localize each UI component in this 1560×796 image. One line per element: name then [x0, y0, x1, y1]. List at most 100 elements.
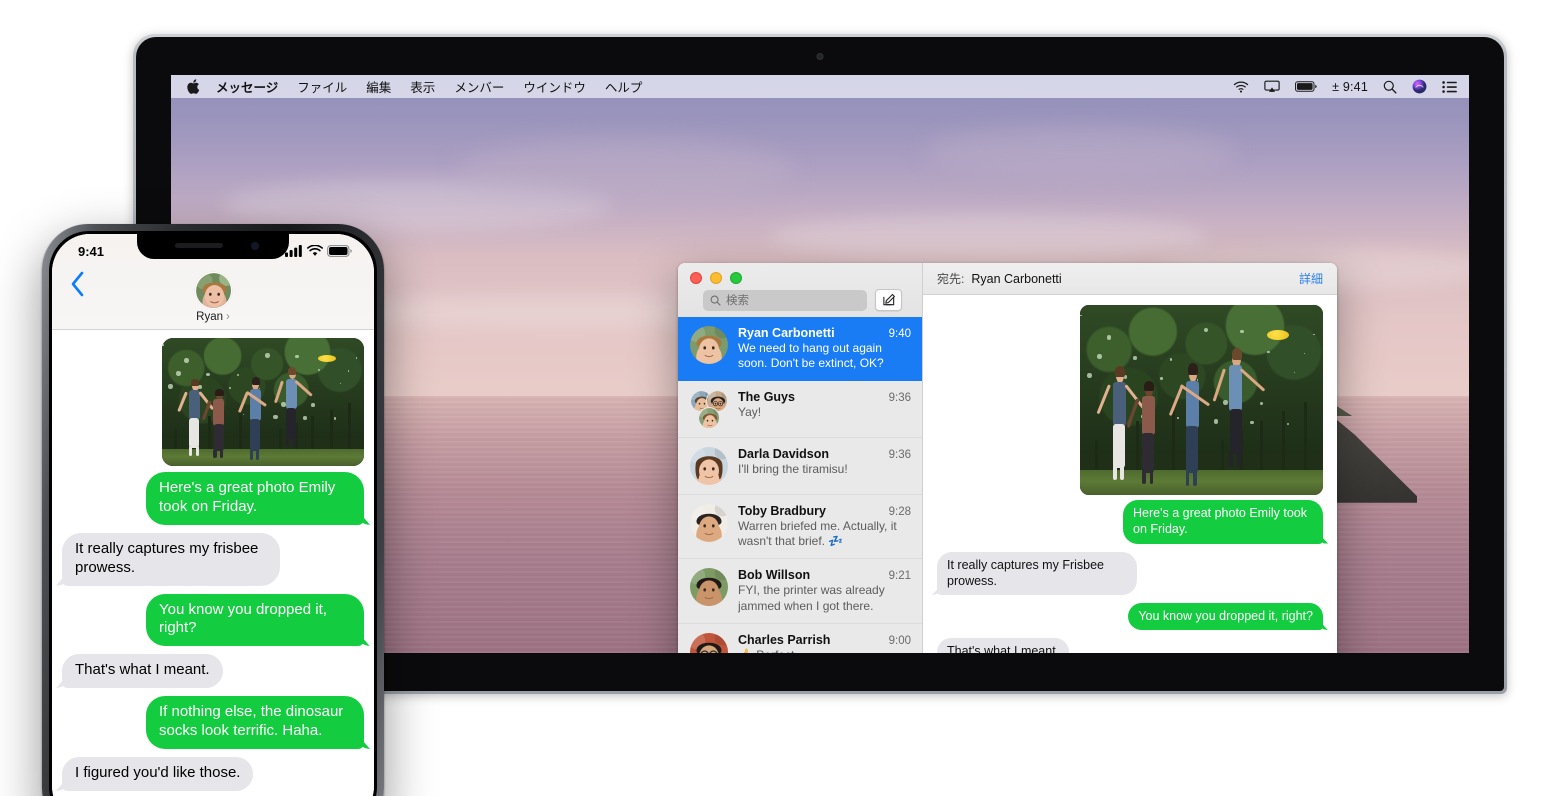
received-message-bubble[interactable]: It really captures my frisbee prowess.: [62, 532, 280, 586]
conversation-row[interactable]: The Guys 9:36 Yay!: [678, 381, 922, 439]
macos-menu-bar: メッセージ ファイル 編集 表示 メンバー ウインドウ ヘルプ ± 9:41: [171, 75, 1469, 98]
search-icon: [710, 295, 721, 306]
front-camera-icon: [251, 242, 259, 250]
conversation-list[interactable]: Ryan Carbonetti 9:40 We need to hang out…: [678, 317, 922, 653]
message-row: You know you dropped it, right?: [937, 603, 1323, 631]
messages-window: 検索 Ryan Carbonetti 9:40 We need to hang …: [678, 263, 1337, 653]
menu-item-edit[interactable]: 編集: [366, 77, 391, 96]
screenshot-root: メッセージ ファイル 編集 表示 メンバー ウインドウ ヘルプ ± 9:41 検…: [0, 0, 1560, 796]
status-time: 9:41: [78, 243, 105, 259]
conversation-preview: FYI, the printer was already jammed when…: [738, 583, 885, 613]
wifi-icon: [307, 245, 323, 257]
conversation-row[interactable]: Darla Davidson 9:36 I'll bring the tiram…: [678, 438, 922, 496]
group-avatar: [690, 390, 728, 430]
sent-message-bubble[interactable]: You know you dropped it, right?: [146, 593, 364, 647]
conversation-name: Charles Parrish: [738, 632, 831, 647]
search-icon[interactable]: [1383, 80, 1397, 94]
contact-header[interactable]: Ryan ›: [194, 272, 232, 323]
avatar: [690, 504, 728, 543]
conversation-name: Toby Bradbury: [738, 504, 826, 519]
facetime-camera-icon: [816, 53, 824, 60]
conversation-time: 9:00: [888, 634, 911, 647]
battery-icon[interactable]: [1295, 81, 1317, 92]
message-thread-pane: 宛先: Ryan Carbonetti 詳細 Here's a great ph…: [923, 263, 1337, 653]
conversation-row[interactable]: Toby Bradbury 9:28 Warren briefed me. Ac…: [678, 495, 922, 560]
menu-item-buddies[interactable]: メンバー: [454, 77, 504, 96]
message-row: Here's a great photo Emily took on Frida…: [937, 500, 1323, 544]
conversation-preview: We need to hang out again soon. Don't be…: [738, 341, 884, 371]
close-button[interactable]: [690, 272, 702, 284]
thread-messages: Here's a great photo Emily took on Frida…: [923, 295, 1337, 653]
iphone-notch: [137, 234, 289, 259]
conversation-time: 9:28: [888, 506, 911, 519]
contact-name: Ryan ›: [196, 311, 230, 323]
conversation-row[interactable]: Ryan Carbonetti 9:40 We need to hang out…: [678, 317, 922, 382]
received-message-bubble[interactable]: That's what I meant.: [62, 654, 223, 689]
conversation-preview: 👍 Perfect.: [738, 648, 911, 653]
to-label: 宛先:: [937, 272, 965, 286]
conversation-preview: Yay!: [738, 405, 762, 420]
message-row: I figured you'd like those.: [62, 757, 364, 791]
frisbee-photo[interactable]: [1080, 305, 1323, 495]
message-row: If nothing else, the dinosaur socks look…: [62, 696, 364, 750]
sent-message-bubble[interactable]: If nothing else, the dinosaur socks look…: [146, 696, 364, 750]
iphone-device: Ryan › 9:41 Here's a great photo Emily t…: [42, 224, 384, 796]
menu-item-help[interactable]: ヘルプ: [605, 77, 643, 96]
search-placeholder: 検索: [726, 295, 749, 307]
menu-item-view[interactable]: 表示: [410, 77, 435, 96]
received-message-bubble[interactable]: That's what I meant.: [937, 638, 1070, 653]
wifi-icon[interactable]: [1233, 81, 1249, 93]
conversation-time: 9:36: [888, 392, 911, 405]
details-button[interactable]: 詳細: [1299, 270, 1323, 287]
messages-sidebar: 検索 Ryan Carbonetti 9:40 We need to hang …: [678, 263, 923, 653]
sent-message-bubble[interactable]: Here's a great photo Emily took on Frida…: [146, 472, 364, 525]
airplay-icon[interactable]: [1264, 80, 1280, 93]
photo-message[interactable]: [937, 305, 1323, 495]
avatar: [690, 568, 728, 607]
iphone-screen: Ryan › 9:41 Here's a great photo Emily t…: [52, 234, 374, 796]
conversation-preview: I'll bring the tiramisu!: [738, 462, 848, 477]
message-row: It really captures my Frisbee prowess.: [937, 551, 1323, 595]
thread-header: 宛先: Ryan Carbonetti 詳細: [923, 263, 1337, 295]
siri-icon[interactable]: [1412, 79, 1427, 94]
sent-message-bubble[interactable]: You know you dropped it, right?: [1128, 603, 1323, 631]
avatar: [690, 632, 728, 653]
minimize-button[interactable]: [710, 272, 722, 284]
avatar: [194, 272, 232, 309]
earpiece-speaker: [175, 243, 223, 248]
conversation-time: 9:21: [888, 570, 911, 583]
conversation-preview: Warren briefed me. Actually, it wasn't t…: [738, 519, 897, 549]
recipient-name[interactable]: Ryan Carbonetti: [971, 272, 1061, 286]
avatar: [690, 447, 728, 486]
menubar-clock[interactable]: ± 9:41: [1332, 80, 1368, 94]
message-row: It really captures my frisbee prowess.: [62, 532, 364, 586]
conversation-time: 9:36: [888, 449, 911, 462]
message-row: That's what I meant.: [62, 654, 364, 689]
compose-button[interactable]: [875, 289, 902, 311]
avatar: [690, 326, 728, 364]
maximize-button[interactable]: [730, 272, 742, 284]
conversation-row[interactable]: Charles Parrish 9:00 👍 Perfect.: [678, 624, 922, 653]
conversation-time: 9:40: [888, 328, 911, 340]
menu-item-messages[interactable]: メッセージ: [216, 77, 278, 96]
received-message-bubble[interactable]: I figured you'd like those.: [62, 757, 254, 791]
search-input[interactable]: 検索: [703, 289, 867, 311]
window-titlebar: 検索: [678, 263, 922, 317]
menu-item-file[interactable]: ファイル: [297, 77, 347, 96]
conversation-name: Bob Willson: [738, 568, 811, 583]
message-row: That's what I meant.: [937, 638, 1323, 653]
conversation-name: The Guys: [738, 390, 795, 405]
menu-item-window[interactable]: ウインドウ: [523, 77, 586, 96]
message-row: Here's a great photo Emily took on Frida…: [62, 472, 364, 525]
conversation-row[interactable]: Bob Willson 9:21 FYI, the printer was al…: [678, 559, 922, 624]
received-message-bubble[interactable]: It really captures my Frisbee prowess.: [937, 551, 1137, 595]
conversation-name: Ryan Carbonetti: [738, 326, 835, 340]
frisbee-photo[interactable]: [162, 338, 364, 466]
apple-logo-icon[interactable]: [187, 79, 200, 94]
battery-icon: [327, 245, 352, 257]
control-center-icon[interactable]: [1442, 80, 1457, 93]
sent-message-bubble[interactable]: Here's a great photo Emily took on Frida…: [1123, 500, 1323, 544]
conversation-name: Darla Davidson: [738, 447, 830, 462]
photo-message[interactable]: [62, 338, 364, 466]
back-chevron-icon[interactable]: [70, 271, 85, 297]
